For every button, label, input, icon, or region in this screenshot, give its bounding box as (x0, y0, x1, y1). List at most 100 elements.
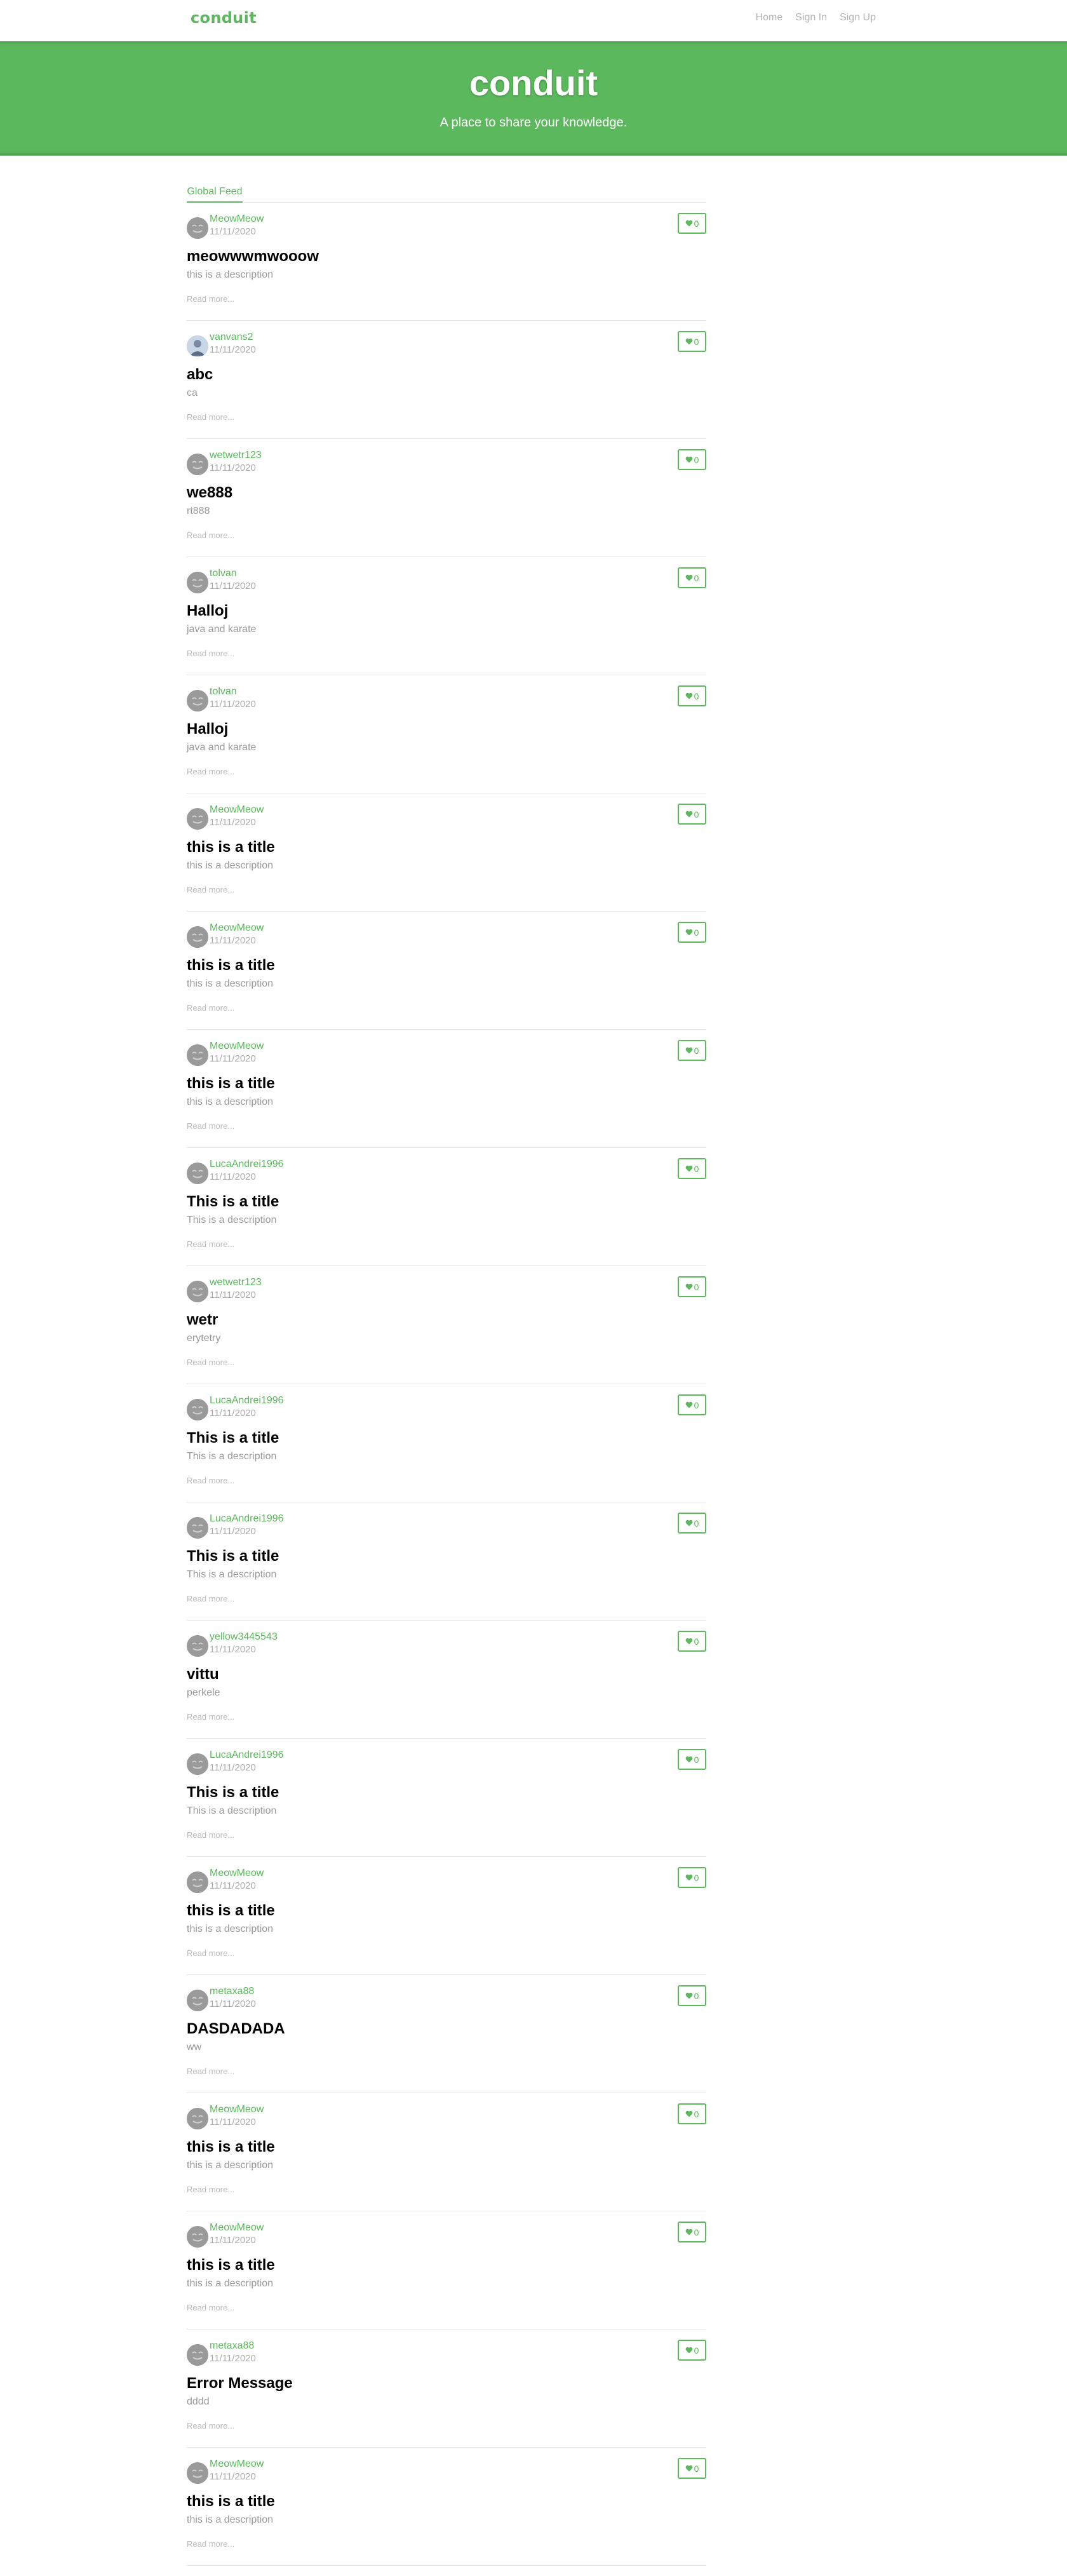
favorite-button[interactable]: 0 (678, 213, 706, 234)
favorite-button[interactable]: 0 (678, 567, 706, 588)
favorite-button[interactable]: 0 (678, 1394, 706, 1415)
favorite-button[interactable]: 0 (678, 449, 706, 470)
author-avatar[interactable] (187, 1399, 208, 1420)
favorite-button[interactable]: 0 (678, 1276, 706, 1297)
read-more-link[interactable]: Read more... (187, 1003, 234, 1013)
author-link[interactable]: MeowMeow (210, 1868, 264, 1879)
favorite-button[interactable]: 0 (678, 1158, 706, 1179)
author-avatar[interactable] (187, 572, 208, 593)
read-more-link[interactable]: Read more... (187, 885, 234, 894)
read-more-link[interactable]: Read more... (187, 1594, 234, 1603)
read-more-link[interactable]: Read more... (187, 412, 234, 422)
read-more-link[interactable]: Read more... (187, 294, 234, 304)
author-avatar[interactable] (187, 335, 208, 357)
author-avatar[interactable] (187, 1517, 208, 1539)
brand-logo-link[interactable]: conduit (191, 9, 257, 27)
article-description[interactable]: This is a description (187, 1805, 276, 1817)
article-title[interactable]: DASDADADA (187, 2020, 285, 2038)
article-description[interactable]: this is a description (187, 2514, 273, 2526)
favorite-button[interactable]: 0 (678, 1749, 706, 1770)
author-link[interactable]: MeowMeow (210, 2104, 264, 2115)
author-avatar[interactable] (187, 690, 208, 711)
article-description[interactable]: this is a description (187, 1924, 273, 1935)
article-title[interactable]: this is a title (187, 2138, 275, 2156)
article-title[interactable]: this is a title (187, 2493, 275, 2511)
favorite-button[interactable]: 0 (678, 2103, 706, 2124)
read-more-link[interactable]: Read more... (187, 1239, 234, 1249)
article-title[interactable]: This is a title (187, 1193, 279, 1211)
favorite-button[interactable]: 0 (678, 685, 706, 706)
article-title[interactable]: this is a title (187, 957, 275, 974)
article-title[interactable]: vittu (187, 1666, 219, 1683)
author-link[interactable]: wetwetr123 (210, 1277, 262, 1288)
favorite-button[interactable]: 0 (678, 1867, 706, 1888)
author-link[interactable]: MeowMeow (210, 1041, 264, 1052)
article-description[interactable]: This is a description (187, 1451, 276, 1462)
author-avatar[interactable] (187, 808, 208, 830)
author-avatar[interactable] (187, 2226, 208, 2248)
author-avatar[interactable] (187, 1753, 208, 1775)
author-link[interactable]: MeowMeow (210, 2222, 264, 2234)
read-more-link[interactable]: Read more... (187, 530, 234, 540)
article-title[interactable]: Error Message (187, 2375, 293, 2392)
article-title[interactable]: This is a title (187, 1548, 279, 1565)
author-link[interactable]: tolvan (210, 686, 237, 698)
article-title[interactable]: we888 (187, 484, 232, 502)
author-link[interactable]: MeowMeow (210, 213, 264, 225)
read-more-link[interactable]: Read more... (187, 1476, 234, 1485)
favorite-button[interactable]: 0 (678, 1631, 706, 1652)
favorite-button[interactable]: 0 (678, 804, 706, 825)
read-more-link[interactable]: Read more... (187, 1358, 234, 1367)
author-avatar[interactable] (187, 1281, 208, 1302)
author-avatar[interactable] (187, 926, 208, 948)
article-description[interactable]: this is a description (187, 860, 273, 872)
author-link[interactable]: wetwetr123 (210, 450, 262, 461)
author-link[interactable]: tolvan (210, 568, 237, 579)
read-more-link[interactable]: Read more... (187, 767, 234, 776)
author-link[interactable]: vanvans2 (210, 332, 253, 343)
read-more-link[interactable]: Read more... (187, 649, 234, 658)
author-avatar[interactable] (187, 2462, 208, 2484)
article-description[interactable]: This is a description (187, 1215, 276, 1226)
read-more-link[interactable]: Read more... (187, 2185, 234, 2194)
article-title[interactable]: this is a title (187, 1075, 275, 1093)
article-title[interactable]: Halloj (187, 720, 228, 738)
article-description[interactable]: erytetry (187, 1333, 220, 1344)
read-more-link[interactable]: Read more... (187, 1121, 234, 1131)
article-description[interactable]: this is a description (187, 1096, 273, 1108)
author-link[interactable]: MeowMeow (210, 804, 264, 816)
article-description[interactable]: this is a description (187, 2160, 273, 2171)
favorite-button[interactable]: 0 (678, 2458, 706, 2479)
article-title[interactable]: abc (187, 366, 213, 384)
article-description[interactable]: this is a description (187, 978, 273, 990)
author-link[interactable]: LucaAndrei1996 (210, 1395, 284, 1406)
nav-sign-up-link[interactable]: Sign Up (840, 12, 876, 24)
article-description[interactable]: this is a description (187, 2278, 273, 2289)
article-title[interactable]: wetr (187, 1311, 218, 1329)
author-link[interactable]: metaxa88 (210, 2340, 254, 2352)
favorite-button[interactable]: 0 (678, 1513, 706, 1534)
author-link[interactable]: LucaAndrei1996 (210, 1513, 284, 1525)
tab-global-feed[interactable]: Global Feed (187, 177, 243, 203)
favorite-button[interactable]: 0 (678, 1040, 706, 1061)
nav-sign-in-link[interactable]: Sign In (795, 12, 827, 24)
favorite-button[interactable]: 0 (678, 922, 706, 943)
read-more-link[interactable]: Read more... (187, 1830, 234, 1840)
read-more-link[interactable]: Read more... (187, 2067, 234, 2076)
article-description[interactable]: perkele (187, 1687, 220, 1699)
author-avatar[interactable] (187, 1163, 208, 1184)
article-description[interactable]: ca (187, 388, 198, 399)
article-title[interactable]: This is a title (187, 1784, 279, 1802)
author-avatar[interactable] (187, 2344, 208, 2366)
author-avatar[interactable] (187, 1635, 208, 1657)
article-description[interactable]: this is a description (187, 269, 273, 281)
article-title[interactable]: meowwwmwooow (187, 248, 319, 266)
article-description[interactable]: ww (187, 2042, 201, 2053)
article-title[interactable]: this is a title (187, 2256, 275, 2274)
author-link[interactable]: MeowMeow (210, 2458, 264, 2470)
article-description[interactable]: java and karate (187, 742, 256, 753)
author-link[interactable]: MeowMeow (210, 922, 264, 934)
author-avatar[interactable] (187, 1871, 208, 1893)
favorite-button[interactable]: 0 (678, 1985, 706, 2006)
author-avatar[interactable] (187, 1044, 208, 1066)
